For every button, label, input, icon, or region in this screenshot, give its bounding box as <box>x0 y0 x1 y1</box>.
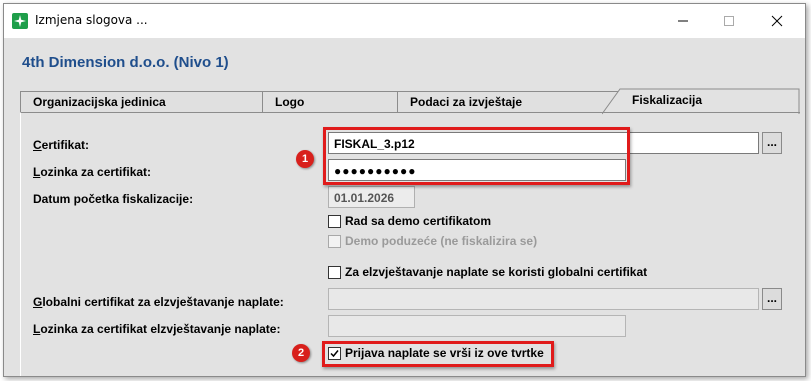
datum-input[interactable]: 01.01.2026 <box>328 186 415 208</box>
demo-certifikat-checkbox[interactable] <box>328 215 341 228</box>
demo-poduzece-label: Demo poduzeće (ne fiskalizira se) <box>345 234 538 248</box>
title-bar[interactable]: Izmjena slogova ... <box>4 4 805 38</box>
highlight-box-1 <box>323 127 630 185</box>
lozinka-label: Lozinka za certifikat: <box>33 165 152 179</box>
demo-certifikat-label: Rad sa demo certifikatom <box>345 214 492 228</box>
certifikat-browse-button[interactable]: ... <box>762 132 782 154</box>
globalni-certifikat-check-label: Za elzvještavanje naplate se koristi glo… <box>345 265 648 279</box>
globalni-certifikat-checkbox[interactable] <box>328 266 341 279</box>
window-title: Izmjena slogova ... <box>35 13 148 27</box>
tab-label: Fiskalizacija <box>632 93 703 107</box>
highlight-box-2 <box>322 341 554 367</box>
tab-label: Organizacijska jedinica <box>33 95 166 109</box>
datum-label: Datum početka fiskalizacije: <box>33 192 194 206</box>
tab-fiskalizacija[interactable]: Fiskalizacija <box>602 88 800 115</box>
step-marker-2: 2 <box>292 344 310 362</box>
globalni-lozinka-input[interactable] <box>328 315 626 337</box>
app-icon <box>12 13 28 29</box>
tab-label: Logo <box>275 95 305 109</box>
globalni-certifikat-input[interactable] <box>328 288 759 310</box>
demo-poduzece-checkbox[interactable] <box>328 235 341 248</box>
tab-podaci-za-izvjestaje[interactable]: Podaci za izvještaje <box>397 91 625 113</box>
step-marker-1: 1 <box>296 150 314 168</box>
globalni-certifikat-browse-button[interactable]: ... <box>762 288 782 310</box>
tab-label: Podaci za izvještaje <box>410 95 523 109</box>
globalni-lozinka-label: Lozinka za certifikat elzvještavanje nap… <box>33 322 281 336</box>
minimize-button[interactable] <box>660 4 706 38</box>
certifikat-label: Certifikat: <box>33 138 90 152</box>
company-title: 4th Dimension d.o.o. (Nivo 1) <box>22 54 229 71</box>
globalni-certifikat-label: Globalni certifikat za elzvještavanje na… <box>33 295 284 309</box>
dialog-window: Izmjena slogova ... 4th Dimension d.o.o.… <box>3 3 806 377</box>
tab-logo[interactable]: Logo <box>262 91 404 113</box>
maximize-button[interactable] <box>706 4 752 38</box>
tab-organizacijska-jedinica[interactable]: Organizacijska jedinica <box>20 91 270 113</box>
close-button[interactable] <box>754 4 800 38</box>
